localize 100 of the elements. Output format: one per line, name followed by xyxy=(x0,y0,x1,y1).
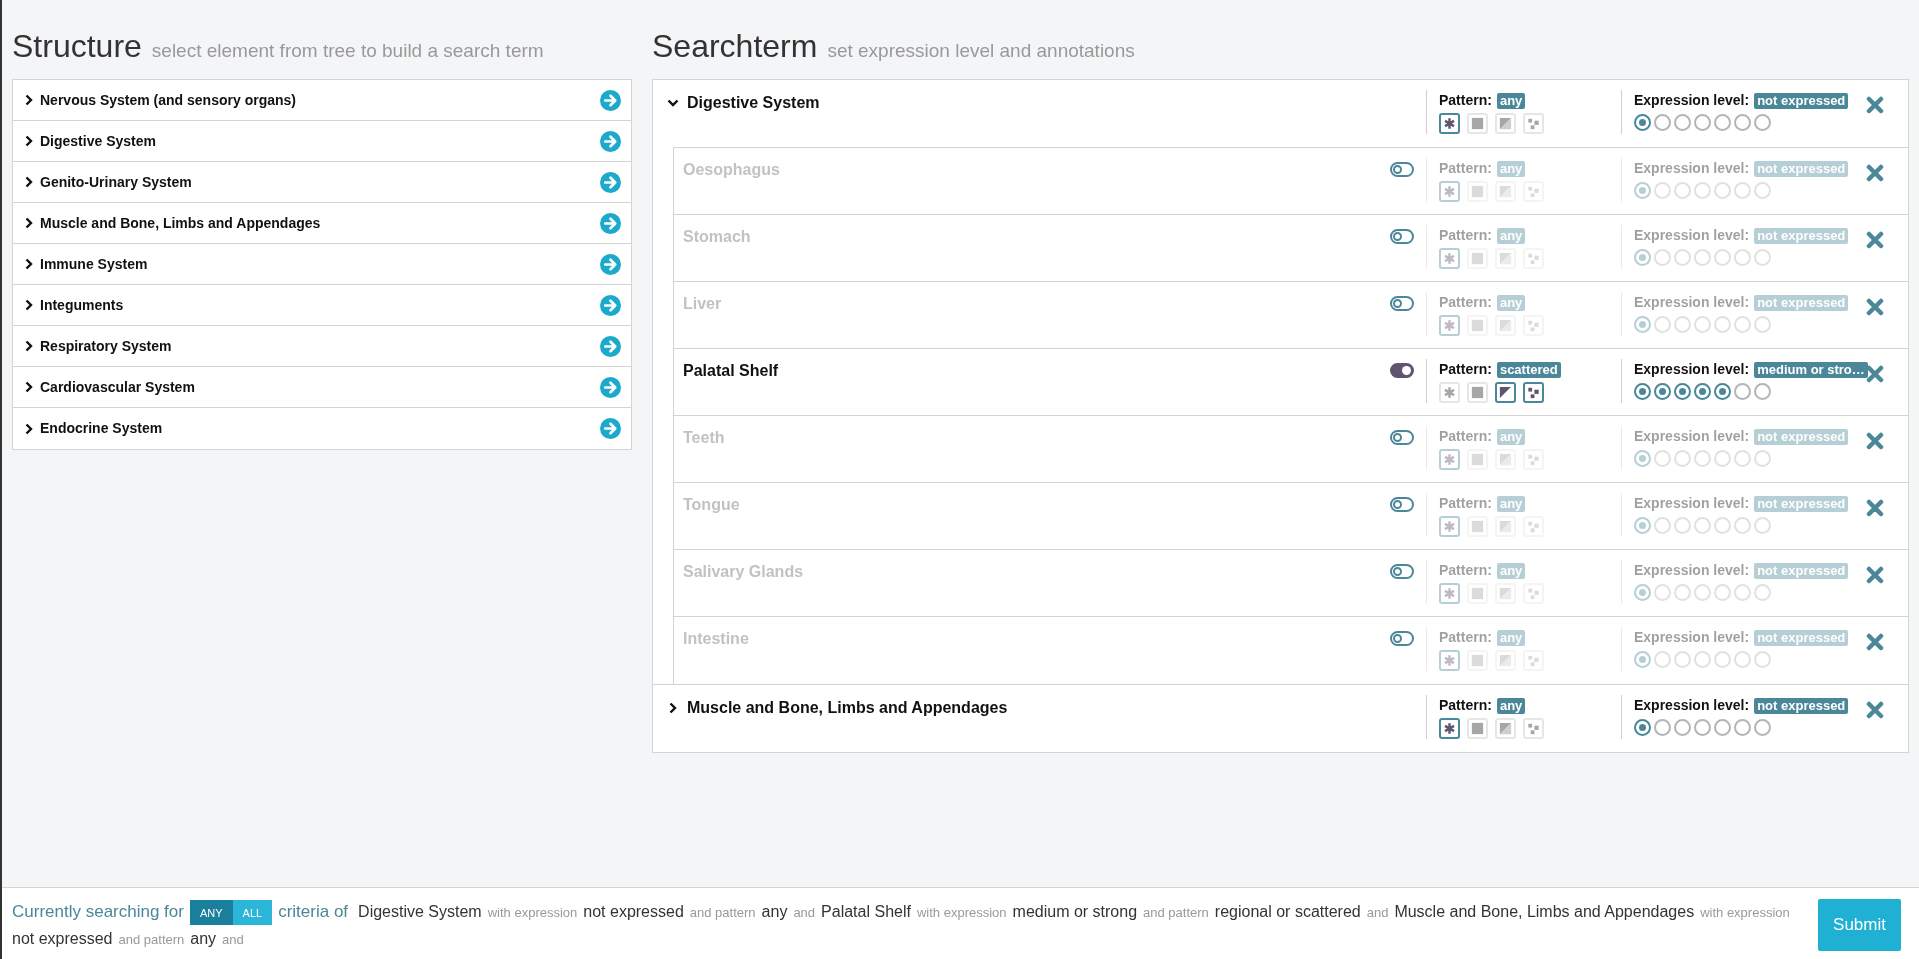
expression-level-radio[interactable] xyxy=(1734,719,1751,736)
toggle-switch[interactable] xyxy=(1390,363,1414,378)
summary-term: any xyxy=(761,902,788,922)
chevron-right-icon[interactable] xyxy=(23,258,35,270)
expression-level-radio[interactable] xyxy=(1714,114,1731,131)
chevron-right-icon[interactable] xyxy=(23,381,35,393)
pattern-square-toggle[interactable] xyxy=(1467,449,1488,470)
expression-level-radio[interactable] xyxy=(1714,383,1731,400)
toggle-switch[interactable] xyxy=(1390,564,1414,579)
close-icon[interactable] xyxy=(1866,365,1884,383)
square-icon xyxy=(1470,251,1485,266)
close-icon[interactable] xyxy=(1866,499,1884,517)
arrow-right-circle-icon[interactable] xyxy=(600,212,621,234)
arrow-right-circle-icon[interactable] xyxy=(600,253,621,275)
toggle-switch[interactable] xyxy=(1390,631,1414,646)
expression-level-label: Expression level: xyxy=(1634,427,1750,446)
arrow-right-circle-icon[interactable] xyxy=(600,335,621,357)
mode-toggle[interactable]: ANY xyxy=(189,900,233,925)
close-icon[interactable] xyxy=(1866,298,1884,316)
asterisk-icon xyxy=(1442,251,1457,266)
close-icon[interactable] xyxy=(1866,96,1884,114)
expression-level-radio[interactable] xyxy=(1714,719,1731,736)
arrow-right-circle-icon[interactable] xyxy=(600,418,621,439)
asterisk-icon xyxy=(1442,519,1457,534)
toggle-switch[interactable] xyxy=(1390,229,1414,244)
chevron-right-icon[interactable] xyxy=(23,176,35,188)
pattern-square-toggle[interactable] xyxy=(1467,650,1488,671)
summary-connector: and xyxy=(793,904,816,922)
expression-level-radio[interactable] xyxy=(1694,719,1711,736)
pattern-square-toggle[interactable] xyxy=(1467,718,1488,739)
tree-item[interactable]: Genito-Urinary System xyxy=(13,162,631,203)
expression-level-radio[interactable] xyxy=(1654,719,1671,736)
chevron-right-icon[interactable] xyxy=(23,422,35,435)
arrow-right-circle-icon[interactable] xyxy=(600,130,621,152)
expression-level-radio[interactable] xyxy=(1754,114,1771,131)
arrow-right-circle-icon[interactable] xyxy=(600,376,621,398)
chevron-right-icon[interactable] xyxy=(23,94,35,106)
pattern-label: Pattern: xyxy=(1439,696,1492,715)
chevron-right-icon[interactable] xyxy=(23,340,35,352)
pattern-square-toggle[interactable] xyxy=(1467,583,1488,604)
close-icon[interactable] xyxy=(1866,164,1884,182)
chevron-right-icon[interactable] xyxy=(667,702,679,714)
chevron-right-icon[interactable] xyxy=(23,299,35,311)
toggle-switch[interactable] xyxy=(1390,162,1414,177)
expression-level-radio[interactable] xyxy=(1634,719,1651,736)
tree-item[interactable]: Cardiovascular System xyxy=(13,367,631,408)
close-icon[interactable] xyxy=(1866,432,1884,450)
tree-item[interactable]: Integuments xyxy=(13,285,631,326)
pattern-value: any xyxy=(1496,227,1526,244)
tree-item[interactable]: Nervous System (and sensory organs) xyxy=(13,80,631,121)
expression-level-radio[interactable] xyxy=(1694,114,1711,131)
toggle-switch[interactable] xyxy=(1390,497,1414,512)
pattern-triangle-toggle[interactable] xyxy=(1495,382,1516,403)
pattern-label: Pattern: xyxy=(1439,293,1492,312)
pattern-square-toggle[interactable] xyxy=(1467,516,1488,537)
expression-level-radio[interactable] xyxy=(1734,114,1751,131)
pattern-square-toggle[interactable] xyxy=(1467,181,1488,202)
expression-level-radio[interactable] xyxy=(1674,719,1691,736)
summary-term: not expressed xyxy=(12,929,113,949)
arrow-right-circle-icon[interactable] xyxy=(600,171,621,193)
close-icon[interactable] xyxy=(1866,231,1884,249)
expression-level-radio[interactable] xyxy=(1734,383,1751,400)
chevron-down-icon[interactable] xyxy=(667,97,679,109)
tree-item[interactable]: Endocrine System xyxy=(13,408,631,449)
expression-level-radio[interactable] xyxy=(1754,383,1771,400)
expression-level-radio[interactable] xyxy=(1674,114,1691,131)
pattern-value: any xyxy=(1496,294,1526,311)
pattern-square-toggle[interactable] xyxy=(1467,382,1488,403)
arrow-right-circle-icon[interactable] xyxy=(600,294,621,316)
close-icon[interactable] xyxy=(1866,566,1884,584)
toggle-switch[interactable] xyxy=(1390,430,1414,445)
expression-level-radio[interactable] xyxy=(1654,383,1671,400)
pattern-square-toggle[interactable] xyxy=(1467,248,1488,269)
chevron-right-icon[interactable] xyxy=(23,135,35,147)
tree-item[interactable]: Muscle and Bone, Limbs and Appendages xyxy=(13,203,631,244)
expression-level-radio[interactable] xyxy=(1634,383,1651,400)
close-icon[interactable] xyxy=(1866,701,1884,719)
tree-item[interactable]: Respiratory System xyxy=(13,326,631,367)
pattern-star-toggle[interactable] xyxy=(1439,113,1460,134)
expression-level-radio[interactable] xyxy=(1754,719,1771,736)
toggle-switch[interactable] xyxy=(1390,296,1414,311)
child-name: Oesophagus xyxy=(683,160,781,180)
expression-level-radio[interactable] xyxy=(1674,383,1691,400)
tree-item[interactable]: Immune System xyxy=(13,244,631,285)
expression-level-radio[interactable] xyxy=(1654,114,1671,131)
dots-icon xyxy=(1526,452,1541,467)
pattern-value: any xyxy=(1496,92,1526,109)
close-icon[interactable] xyxy=(1866,633,1884,651)
arrow-right-circle-icon[interactable] xyxy=(600,89,621,111)
expression-level-radio[interactable] xyxy=(1694,383,1711,400)
expression-level-radio[interactable] xyxy=(1634,114,1651,131)
section-title: Searchterm xyxy=(652,27,818,66)
pattern-dots-toggle[interactable] xyxy=(1523,382,1544,403)
pattern-label: Pattern: xyxy=(1439,91,1492,110)
pattern-square-toggle[interactable] xyxy=(1467,315,1488,336)
summary-term: medium or strong xyxy=(1012,902,1138,922)
tree-item[interactable]: Digestive System xyxy=(13,121,631,162)
pattern-square-toggle[interactable] xyxy=(1467,113,1488,134)
chevron-right-icon[interactable] xyxy=(23,217,35,229)
pattern-star-toggle[interactable] xyxy=(1439,718,1460,739)
